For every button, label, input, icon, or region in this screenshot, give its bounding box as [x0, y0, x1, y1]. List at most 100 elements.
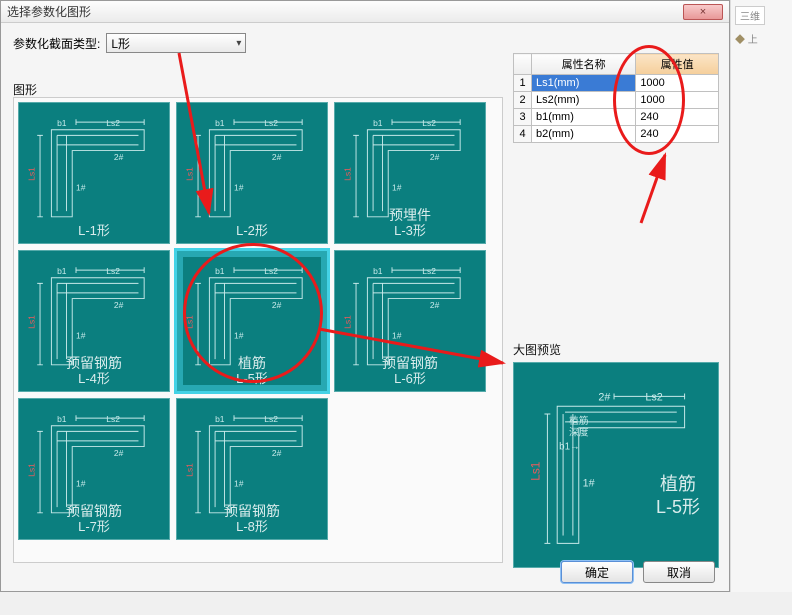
section-type-dropdown[interactable]: L形	[106, 33, 246, 53]
shape-cell-L-6形[interactable]: b1Ls21#2#Ls1预留钢筋L-6形	[334, 250, 486, 392]
svg-text:2#: 2#	[114, 152, 124, 162]
table-row[interactable]: 1Ls1(mm)1000	[514, 75, 719, 92]
svg-text:Ls2: Ls2	[422, 118, 436, 128]
table-header-idx	[514, 54, 532, 75]
shape-cell-L-4形[interactable]: b1Ls21#2#Ls1预留钢筋L-4形	[18, 250, 170, 392]
close-icon: ×	[700, 6, 706, 18]
row-prop-value[interactable]: 1000	[636, 92, 719, 109]
row-prop-name: Ls2(mm)	[532, 92, 636, 109]
svg-text:Ls1: Ls1	[184, 167, 194, 181]
shape-cell-L-1形[interactable]: b1Ls21#2#Ls1L-1形	[18, 102, 170, 244]
svg-text:1#: 1#	[234, 478, 244, 488]
svg-text:Ls2: Ls2	[645, 391, 662, 403]
row-prop-value[interactable]: 240	[636, 109, 719, 126]
svg-text:1#: 1#	[392, 330, 402, 340]
dialog-window: 选择参数化图形 × 参数化截面类型: L形 图形 b1Ls21#2#Ls1L-1…	[0, 0, 730, 592]
property-table: 属性名称 属性值 1Ls1(mm)10002Ls2(mm)10003b1(mm)…	[513, 53, 719, 143]
svg-text:2#: 2#	[430, 300, 440, 310]
table-header-value: 属性值	[636, 54, 719, 75]
bg-tab[interactable]: 三维	[735, 6, 765, 25]
preview-section: 大图预览 Ls2 2# 植筋	[513, 341, 719, 568]
svg-text:2#: 2#	[272, 152, 282, 162]
shape-cell-L-3形[interactable]: b1Ls21#2#Ls1预埋件L-3形	[334, 102, 486, 244]
svg-text:2#: 2#	[272, 448, 282, 458]
shape-diagram: b1Ls21#2#Ls1	[181, 255, 323, 388]
preview-shape-svg: Ls2 2# 植筋 深度 b1→ 1# Ls1	[518, 367, 714, 563]
shape-diagram: b1Ls21#2#Ls1	[339, 107, 481, 240]
svg-text:1#: 1#	[392, 182, 402, 192]
shape-cell-L-7形[interactable]: b1Ls21#2#Ls1预留钢筋L-7形	[18, 398, 170, 540]
row-prop-name: b2(mm)	[532, 126, 636, 143]
svg-text:b1: b1	[57, 414, 67, 424]
property-pane: 属性名称 属性值 1Ls1(mm)10002Ls2(mm)10003b1(mm)…	[513, 53, 719, 143]
row-index: 3	[514, 109, 532, 126]
svg-text:b1: b1	[57, 266, 67, 276]
row-index: 1	[514, 75, 532, 92]
svg-text:2#: 2#	[598, 391, 610, 403]
cancel-button[interactable]: 取消	[643, 561, 715, 583]
cancel-button-label: 取消	[667, 564, 691, 581]
svg-text:Ls1: Ls1	[530, 462, 543, 481]
row-index: 2	[514, 92, 532, 109]
shape-diagram: b1 Ls2 1# 2# Ls1	[23, 107, 165, 240]
ok-button[interactable]: 确定	[561, 561, 633, 583]
window-title: 选择参数化图形	[7, 3, 91, 20]
row-prop-value[interactable]: 1000	[636, 75, 719, 92]
svg-text:1#: 1#	[76, 182, 86, 192]
titlebar: 选择参数化图形 ×	[1, 1, 729, 23]
svg-text:b1: b1	[373, 118, 383, 128]
preview-shape-label: 植筋 L-5形	[656, 473, 700, 520]
preview-caption: 植筋	[660, 474, 696, 494]
section-type-row: 参数化截面类型: L形	[13, 33, 717, 53]
shape-grid: b1Ls21#2#Ls1L-1形b1Ls21#2#Ls1L-2形b1Ls21#2…	[18, 102, 498, 540]
svg-text:Ls1: Ls1	[342, 315, 352, 329]
svg-text:b1: b1	[215, 266, 225, 276]
shapes-section-label: 图形	[13, 81, 37, 98]
row-prop-value[interactable]: 240	[636, 126, 719, 143]
svg-text:b1: b1	[373, 266, 383, 276]
svg-text:Ls1: Ls1	[26, 463, 36, 477]
svg-text:b1: b1	[215, 414, 225, 424]
shape-cell-L-5形[interactable]: b1Ls21#2#Ls1植筋L-5形	[176, 250, 328, 392]
row-index: 4	[514, 126, 532, 143]
svg-text:b1→: b1→	[559, 441, 580, 452]
preview-label: 大图预览	[513, 341, 719, 358]
shape-diagram: b1 Ls2 1# 2# Ls1	[181, 107, 323, 240]
section-type-label: 参数化截面类型:	[13, 35, 100, 52]
svg-text:1#: 1#	[234, 182, 244, 192]
table-row[interactable]: 3b1(mm)240	[514, 109, 719, 126]
bg-button[interactable]: 上	[748, 35, 758, 46]
svg-text:2#: 2#	[430, 152, 440, 162]
svg-text:Ls1: Ls1	[26, 167, 36, 181]
svg-text:Ls2: Ls2	[106, 414, 120, 424]
svg-text:Ls2: Ls2	[264, 266, 278, 276]
svg-text:植筋: 植筋	[569, 414, 589, 427]
svg-text:b1: b1	[57, 118, 67, 128]
table-row[interactable]: 4b2(mm)240	[514, 126, 719, 143]
svg-text:1#: 1#	[76, 478, 86, 488]
close-button[interactable]: ×	[683, 4, 723, 20]
svg-text:Ls2: Ls2	[422, 266, 436, 276]
row-prop-name: Ls1(mm)	[532, 75, 636, 92]
table-row[interactable]: 2Ls2(mm)1000	[514, 92, 719, 109]
dialog-content: 参数化截面类型: L形 图形 b1Ls21#2#Ls1L-1形b1Ls21#2#…	[1, 23, 729, 591]
svg-text:1#: 1#	[76, 330, 86, 340]
svg-text:深度: 深度	[569, 426, 589, 439]
svg-text:Ls1: Ls1	[184, 315, 194, 329]
svg-text:2#: 2#	[114, 300, 124, 310]
svg-text:b1: b1	[215, 118, 225, 128]
svg-text:Ls1: Ls1	[184, 463, 194, 477]
table-header-name: 属性名称	[532, 54, 636, 75]
svg-text:Ls2: Ls2	[264, 414, 278, 424]
background-toolbar: 三维 ◆ 上	[730, 0, 792, 592]
shape-cell-L-2形[interactable]: b1Ls21#2#Ls1L-2形	[176, 102, 328, 244]
shape-cell-L-8形[interactable]: b1Ls21#2#Ls1预留钢筋L-8形	[176, 398, 328, 540]
preview-name: L-5形	[656, 496, 700, 519]
svg-text:2#: 2#	[272, 300, 282, 310]
button-row: 确定 取消	[561, 561, 715, 583]
svg-text:Ls2: Ls2	[264, 118, 278, 128]
shapes-grid-container: b1Ls21#2#Ls1L-1形b1Ls21#2#Ls1L-2形b1Ls21#2…	[13, 97, 503, 563]
svg-text:Ls2: Ls2	[106, 118, 120, 128]
ok-button-label: 确定	[585, 564, 609, 581]
svg-text:Ls2: Ls2	[106, 266, 120, 276]
